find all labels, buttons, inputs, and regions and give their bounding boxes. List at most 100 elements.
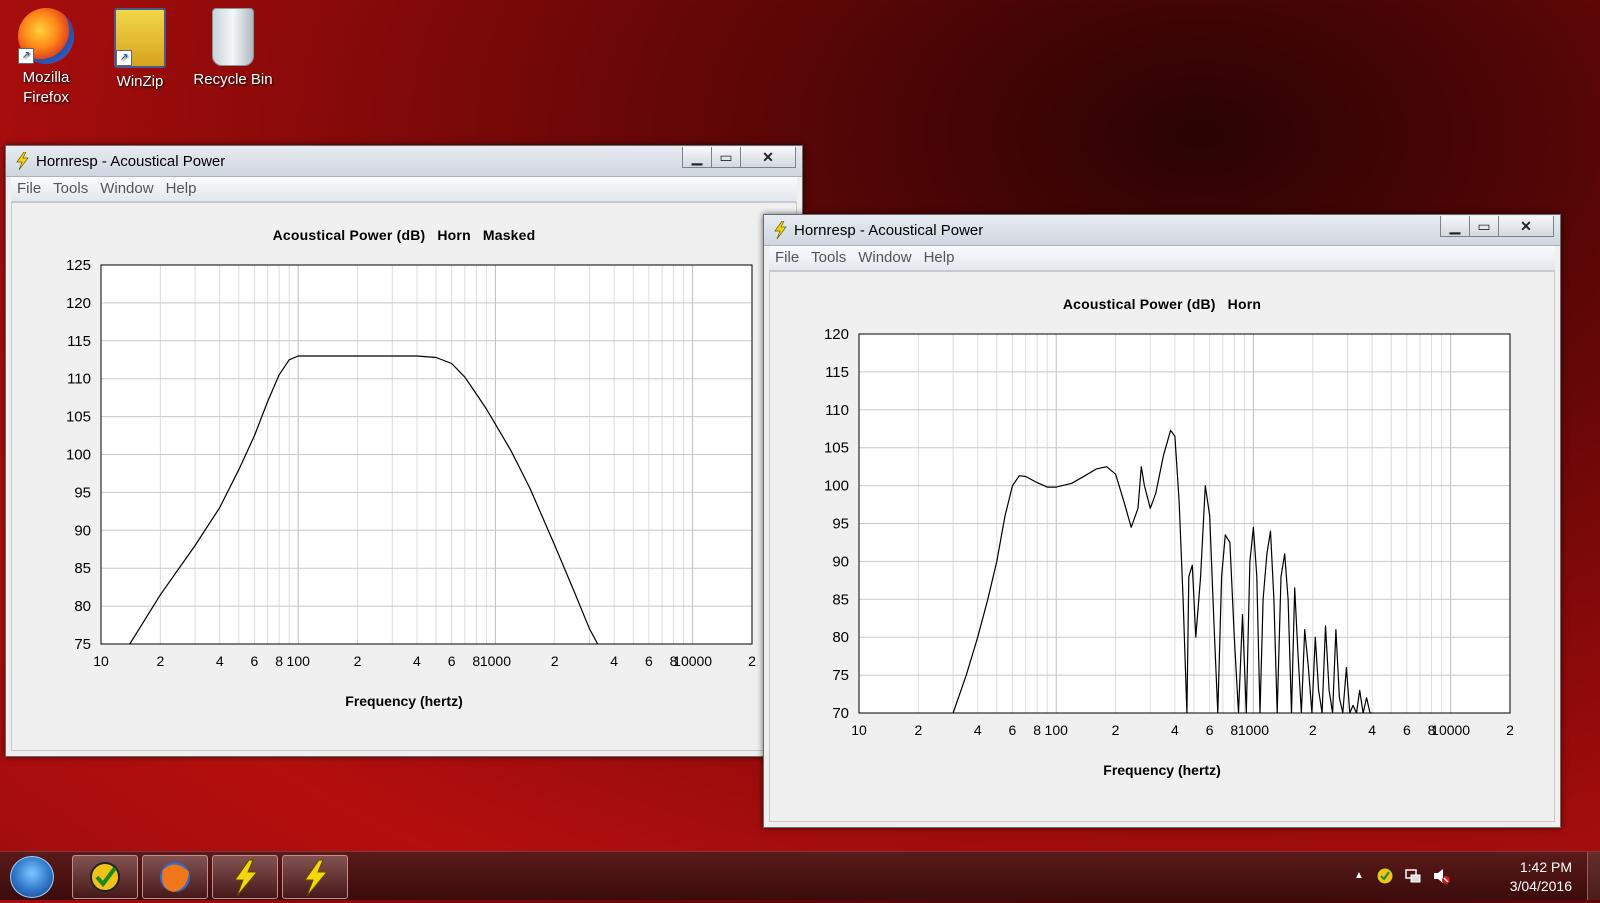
- taskbar-app-norton[interactable]: [72, 855, 138, 899]
- x-tick-label: 100: [1045, 722, 1069, 738]
- x-tick-label: 6: [1206, 722, 1214, 738]
- x-tick-label: 2: [748, 653, 756, 669]
- window-titlebar[interactable]: Hornresp - Acoustical Power ▁ ▭ ✕: [6, 146, 802, 177]
- y-tick-label: 85: [74, 560, 91, 577]
- window-titlebar[interactable]: Hornresp - Acoustical Power ▁ ▭ ✕: [764, 215, 1560, 246]
- y-tick-label: 115: [825, 364, 849, 381]
- menu-window[interactable]: Window: [852, 246, 917, 266]
- x-tick-label: 4: [1368, 722, 1376, 738]
- firefox-icon: ↗: [18, 8, 74, 64]
- y-tick-label: 125: [66, 257, 91, 274]
- x-tick-label: 4: [1171, 722, 1179, 738]
- x-tick-label: 6: [1403, 722, 1411, 738]
- volume-muted-icon[interactable]: [1432, 867, 1450, 885]
- x-tick-label: 1000: [1238, 722, 1269, 738]
- x-tick-label: 6: [1009, 722, 1017, 738]
- close-button[interactable]: ✕: [1498, 216, 1554, 237]
- desktop-icon-winzip[interactable]: ↗ WinZip: [100, 8, 180, 92]
- x-tick-label: 6: [448, 653, 456, 669]
- hornresp-bolt-icon: [304, 859, 329, 897]
- minimize-button[interactable]: ▁: [682, 147, 712, 168]
- menu-help[interactable]: Help: [918, 246, 961, 266]
- menu-bar: File Tools Window Help: [11, 177, 797, 202]
- shortcut-arrow-icon: ↗: [116, 50, 132, 66]
- system-tray: ▲ 1:42 PM 3/04/2016: [1340, 852, 1600, 900]
- y-tick-label: 115: [67, 333, 91, 350]
- show-desktop-button[interactable]: [1587, 852, 1600, 900]
- taskbar-app-hornresp-2[interactable]: [282, 855, 348, 899]
- menu-tools[interactable]: Tools: [805, 246, 852, 266]
- desktop-icon-label: Mozilla: [22, 69, 70, 86]
- desktop-icon-label: Firefox: [23, 89, 69, 106]
- x-tick-label: 10: [93, 653, 109, 669]
- x-axis-label: Frequency (hertz): [345, 693, 463, 709]
- maximize-button[interactable]: ▭: [1469, 216, 1499, 237]
- acoustical-power-chart: 758085909510010511011512012510 2 4 6 8 100 2 4 6…: [66, 257, 756, 669]
- y-tick-label: 120: [66, 295, 91, 312]
- y-tick-label: 75: [832, 667, 849, 684]
- menu-file[interactable]: File: [769, 246, 805, 266]
- taskbar-app-firefox[interactable]: [142, 855, 208, 899]
- x-tick-label: 100: [287, 653, 311, 669]
- hornresp-window-horn[interactable]: Hornresp - Acoustical Power ▁ ▭ ✕ File To…: [763, 214, 1561, 828]
- desktop-icon-firefox[interactable]: ↗ Mozilla Firefox: [6, 8, 86, 108]
- show-hidden-icons-arrow-icon[interactable]: ▲: [1350, 867, 1368, 885]
- x-tick-label: 2: [551, 653, 559, 669]
- y-tick-label: 110: [825, 402, 849, 419]
- menu-help[interactable]: Help: [160, 177, 203, 197]
- taskbar-app-hornresp-1[interactable]: [212, 855, 278, 899]
- x-tick-label: 4: [610, 653, 618, 669]
- menu-window[interactable]: Window: [94, 177, 159, 197]
- x-tick-label: 6: [645, 653, 653, 669]
- x-tick-label: 10000: [673, 653, 712, 669]
- hornresp-window-masked[interactable]: Hornresp - Acoustical Power ▁ ▭ ✕ File To…: [5, 145, 803, 757]
- close-button[interactable]: ✕: [740, 147, 796, 168]
- acoustical-power-chart: 70758085909510010511011512010 2 4 6 8 100 2 4 6 8…: [824, 326, 1514, 738]
- y-tick-label: 70: [832, 705, 849, 722]
- x-tick-label: 10: [851, 722, 867, 738]
- x-tick-label: 2: [156, 653, 164, 669]
- x-tick-label: 2: [1112, 722, 1120, 738]
- shortcut-arrow-icon: ↗: [18, 48, 34, 64]
- taskbar: ▲ 1:42 PM 3/04/2016: [0, 851, 1600, 900]
- menu-bar: File Tools Window Help: [769, 246, 1555, 271]
- y-tick-label: 100: [824, 478, 849, 495]
- chart-client-area: Acoustical Power (dB) Horn 70 75 80 85 90 95 10…: [769, 271, 1555, 822]
- hornresp-bolt-icon: [16, 152, 29, 170]
- x-tick-label: 4: [974, 722, 982, 738]
- y-tick-label: 80: [74, 598, 91, 615]
- window-title: Hornresp - Acoustical Power: [794, 222, 984, 239]
- y-tick-label: 105: [66, 409, 91, 426]
- clock-date: 3/04/2016: [1509, 878, 1572, 894]
- norton-check-icon: [90, 862, 120, 892]
- x-tick-label: 2: [914, 722, 922, 738]
- x-tick-label: 4: [413, 653, 421, 669]
- window-title: Hornresp - Acoustical Power: [36, 153, 226, 170]
- y-tick-label: 75: [74, 636, 91, 653]
- y-tick-label: 120: [824, 326, 849, 343]
- x-tick-label: 10000: [1431, 722, 1470, 738]
- clock-time: 1:42 PM: [1519, 859, 1572, 875]
- y-tick-label: 105: [824, 440, 849, 457]
- x-tick-label: 1000: [480, 653, 511, 669]
- chart-client-area: Acoustical Power (dB) Horn Masked 75 80 85 90…: [11, 202, 797, 751]
- winzip-icon: ↗: [114, 8, 166, 68]
- y-tick-label: 100: [66, 447, 91, 464]
- y-tick-label: 80: [832, 629, 849, 646]
- y-tick-label: 95: [74, 484, 91, 501]
- x-tick-label: 8: [1033, 722, 1041, 738]
- network-icon[interactable]: [1404, 867, 1422, 885]
- desktop-icon-recycle-bin[interactable]: Recycle Bin: [193, 8, 273, 90]
- minimize-button[interactable]: ▁: [1440, 216, 1470, 237]
- y-tick-label: 90: [832, 553, 849, 570]
- maximize-button[interactable]: ▭: [711, 147, 741, 168]
- hornresp-bolt-icon: [234, 859, 259, 897]
- menu-file[interactable]: File: [11, 177, 47, 197]
- recycle-bin-icon: [212, 8, 254, 66]
- x-tick-label: 4: [216, 653, 224, 669]
- menu-tools[interactable]: Tools: [47, 177, 94, 197]
- taskbar-clock[interactable]: 1:42 PM 3/04/2016: [1510, 858, 1572, 896]
- x-tick-label: 6: [251, 653, 259, 669]
- start-button[interactable]: [10, 856, 54, 898]
- norton-tray-icon[interactable]: [1376, 867, 1394, 885]
